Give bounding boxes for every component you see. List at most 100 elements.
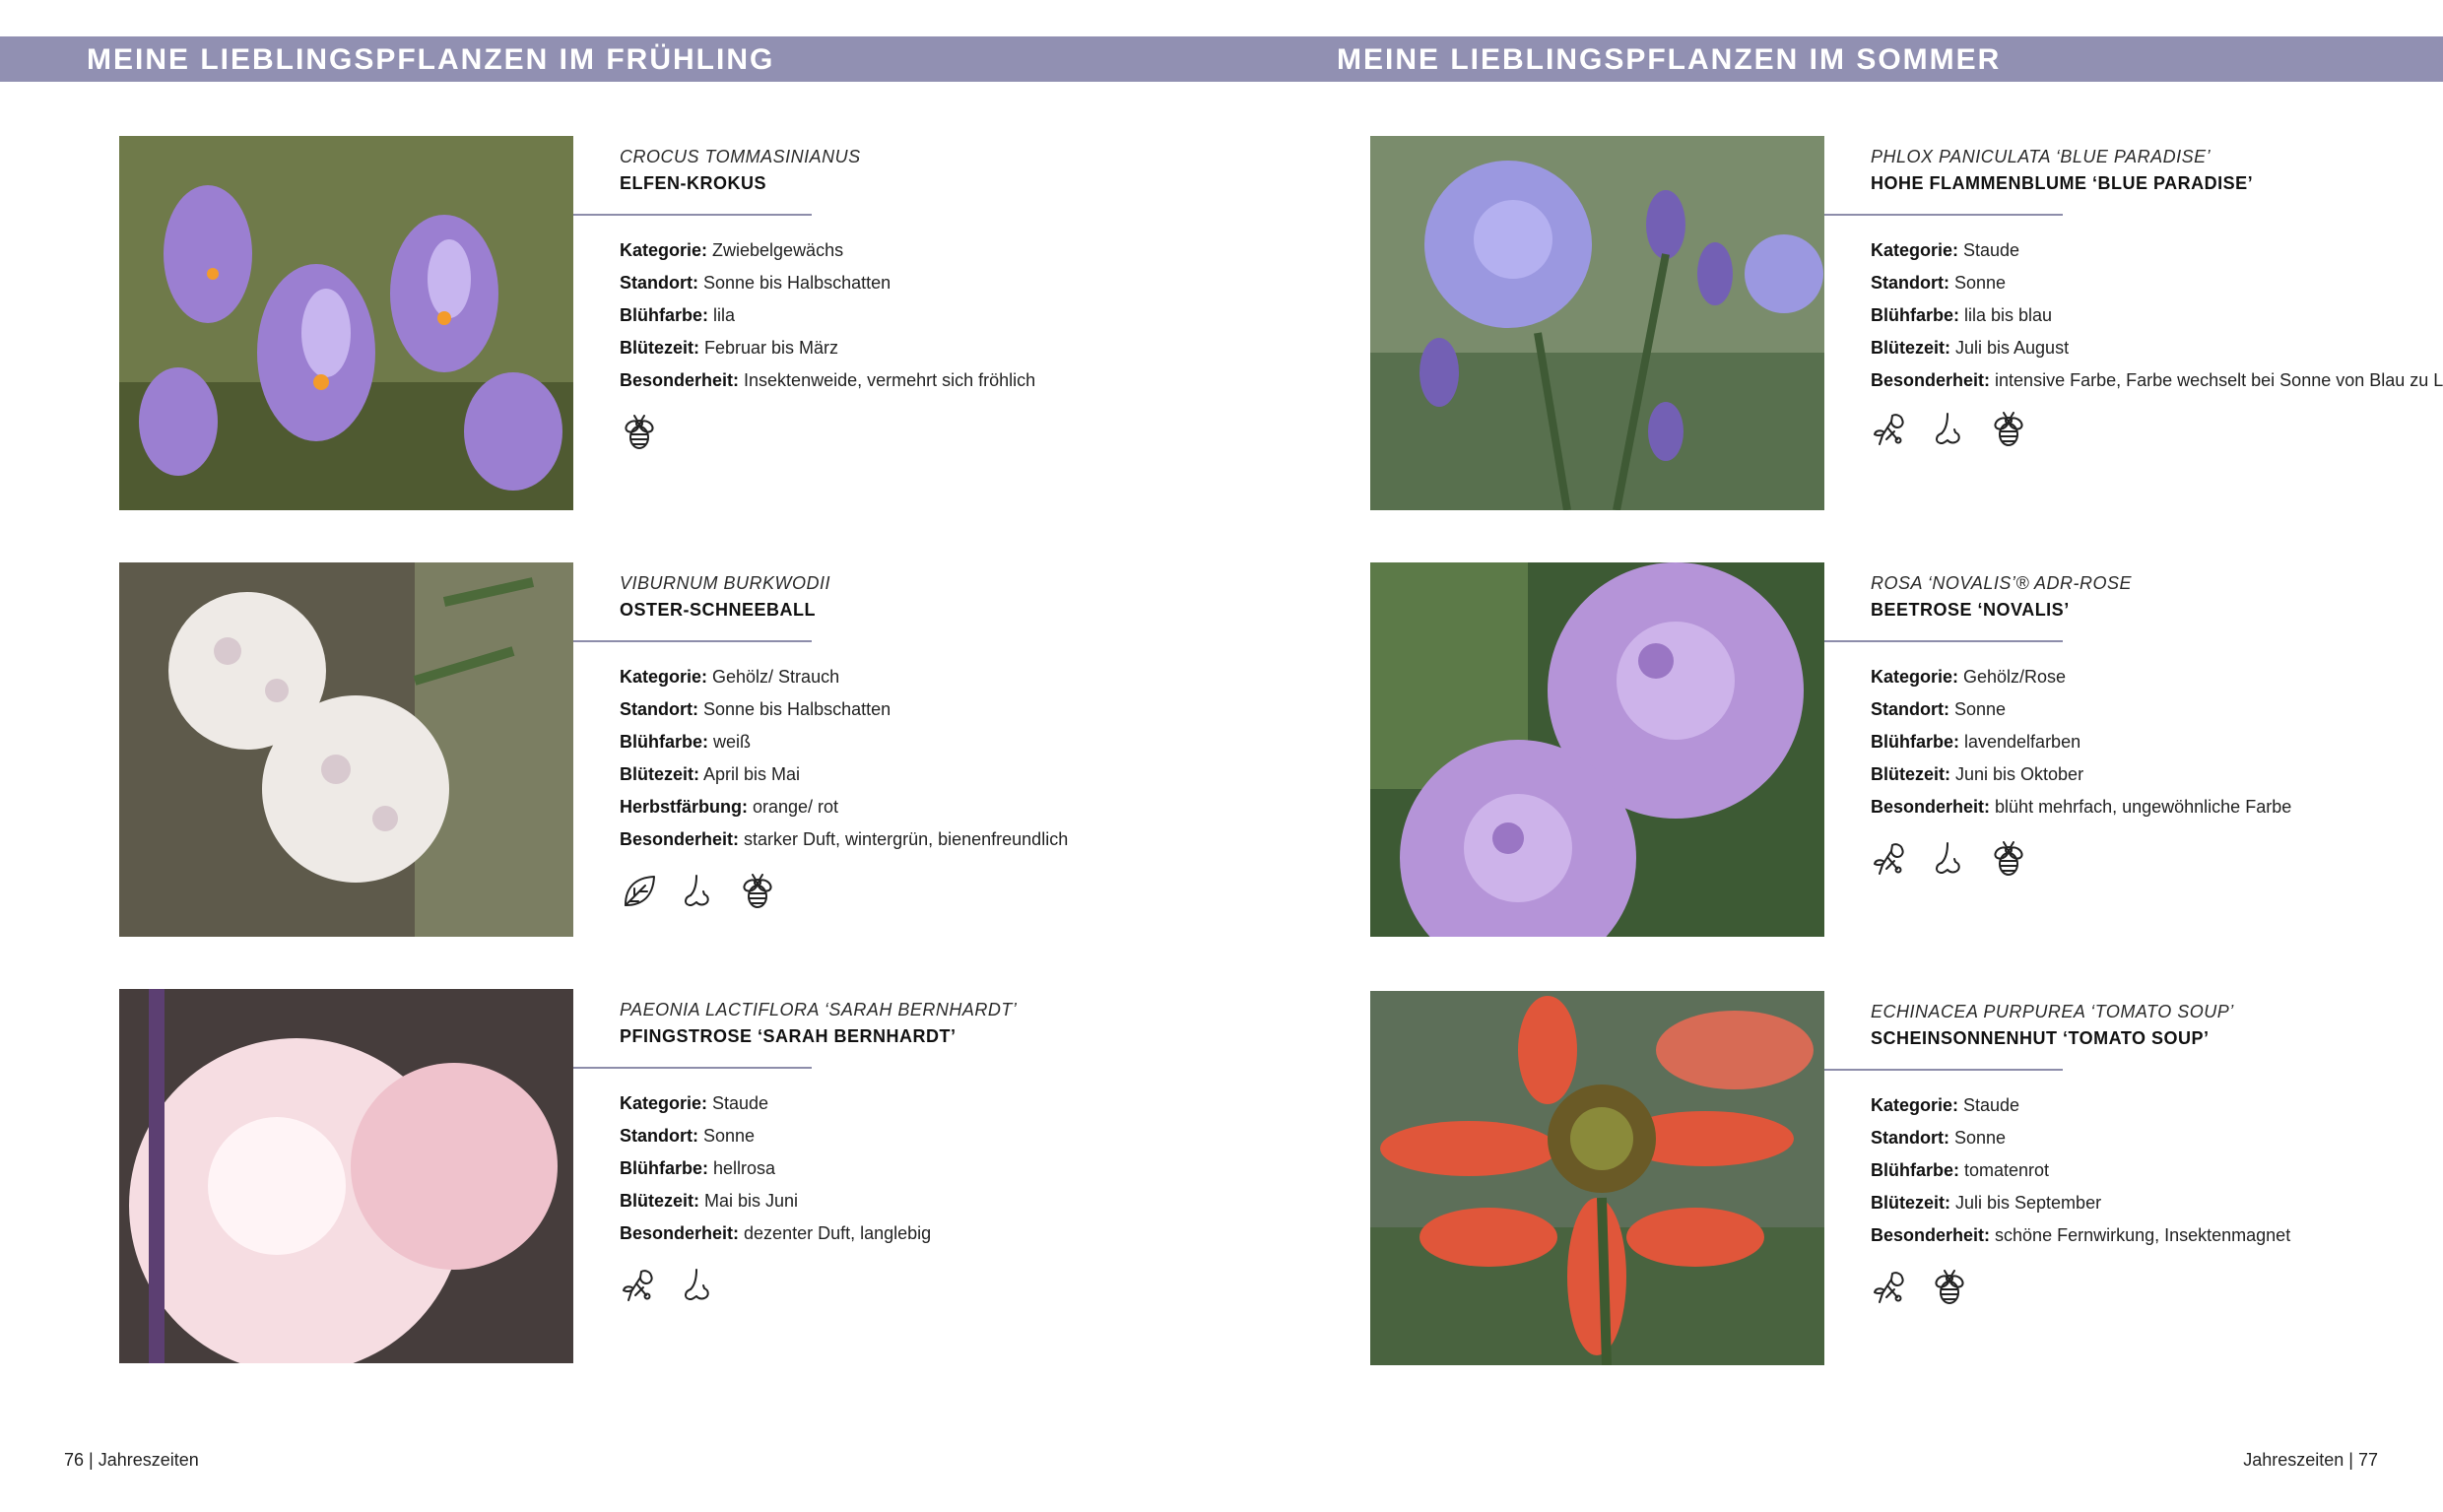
footer-left: 76 | Jahreszeiten — [64, 1450, 199, 1471]
fact-label: Besonderheit: — [620, 829, 740, 849]
fact-kategorie: Kategorie: Staude — [620, 1087, 1289, 1120]
latin-name: Rosa ‘Novalis’® ADR-Rose — [1871, 573, 2132, 593]
fact-besonderheit: Besonderheit: starker Duft, wintergrün, … — [620, 823, 1289, 856]
nose-icon — [679, 1266, 718, 1305]
fact-value: Juli bis August — [1950, 338, 2070, 358]
fact-kategorie: Kategorie: Gehölz/Rose — [1871, 661, 2443, 693]
fact-label: Blühfarbe: — [1871, 305, 1959, 325]
plant-info: Paeonia lactiflora ‘Sarah Bernhardt’ Pfi… — [620, 997, 1289, 1305]
fact-besonderheit: Besonderheit: schöne Fernwirkung, Insekt… — [1871, 1219, 2443, 1252]
plant-facts: Kategorie: Gehölz/Rose Standort: Sonne Blü… — [1871, 661, 2443, 823]
latin-name: Viburnum burkwodii — [620, 573, 831, 593]
latin-name: Echinacea purpurea ‘Tomato Soup’ — [1871, 1002, 2234, 1021]
fact-value: blüht mehrfach, ungewöhnliche Farbe — [1990, 797, 2292, 817]
nose-icon — [1930, 410, 1969, 449]
fact-value: schöne Fernwirkung, Insektenmagnet — [1990, 1225, 2291, 1245]
leaf-icon — [620, 872, 659, 911]
plant-card-5: Rosa ‘Novalis’® ADR-Rose Beetrose ‘Noval… — [1370, 562, 2443, 937]
summer-heading: MEINE LIEBLINGSPFLANZEN IM SOMMER — [1337, 43, 2002, 76]
fact-label: Herbstfärbung: — [620, 797, 748, 817]
fact-label: Blühfarbe: — [620, 305, 708, 325]
plant-icons — [1871, 410, 2443, 449]
fact-value: starker Duft, wintergrün, bienenfreundli… — [739, 829, 1069, 849]
fact-besonderheit: Besonderheit: dezenter Duft, langlebig — [620, 1217, 1289, 1250]
plant-card-4: Phlox paniculata ‘Blue Paradise’ Hohe Fl… — [1370, 136, 2443, 510]
fact-label: Standort: — [620, 699, 698, 719]
fact-label: Standort: — [620, 1126, 698, 1146]
plant-card-1: Crocus tommasinianus Elfen-Krokus Katego… — [119, 136, 1242, 510]
fact-label: Besonderheit: — [1871, 1225, 1991, 1245]
fact-kategorie: Kategorie: Gehölz/ Strauch — [620, 661, 1289, 693]
plant-info: Echinacea purpurea ‘Tomato Soup’ Scheins… — [1871, 999, 2443, 1307]
cut-flower-icon — [620, 1266, 659, 1305]
fact-value: Staude — [707, 1093, 769, 1113]
fact-value: Juni bis Oktober — [1950, 764, 2084, 784]
german-name: Pfingstrose ‘Sarah Bernhardt’ — [620, 1026, 957, 1046]
fact-label: Kategorie: — [1871, 667, 1959, 687]
plant-info: Rosa ‘Novalis’® ADR-Rose Beetrose ‘Noval… — [1871, 570, 2443, 879]
fact-value: lila — [708, 305, 736, 325]
fact-bluetezeit: Blütezeit: Juli bis September — [1871, 1187, 2443, 1219]
cut-flower-icon — [1871, 410, 1910, 449]
page-number-left: 76 — [64, 1450, 85, 1470]
fact-besonderheit: Besonderheit: intensive Farbe, Farbe wec… — [1871, 364, 2443, 394]
fact-value: Februar bis März — [699, 338, 839, 358]
latin-name: Crocus tommasinianus — [620, 147, 861, 166]
plant-info: Crocus tommasinianus Elfen-Krokus Katego… — [620, 144, 1289, 452]
fact-standort: Standort: Sonne bis Halbschatten — [620, 693, 1289, 726]
bee-icon — [738, 872, 777, 911]
plant-info: Viburnum burkwodii Oster-Schneeball Kate… — [620, 570, 1289, 911]
latin-name: Phlox paniculata ‘Blue Paradise’ — [1871, 147, 2212, 166]
footer-separator: | — [89, 1450, 94, 1470]
fact-bluetezeit: Blütezeit: Juli bis August — [1871, 332, 2443, 364]
nose-icon — [679, 872, 718, 911]
plant-icons — [620, 413, 1289, 452]
plant-facts: Kategorie: Staude Standort: Sonne Blühfarb… — [620, 1087, 1289, 1250]
fact-bluehfarbe: Blühfarbe: hellrosa — [620, 1152, 1289, 1185]
fact-label: Blütezeit: — [620, 338, 699, 358]
plant-card-3: Paeonia lactiflora ‘Sarah Bernhardt’ Pfi… — [119, 989, 1242, 1363]
fact-label: Kategorie: — [1871, 1095, 1959, 1115]
fact-value: Sonne — [1949, 273, 2007, 293]
plant-card-6: Echinacea purpurea ‘Tomato Soup’ Scheins… — [1370, 991, 2443, 1365]
fact-value: Sonne — [1949, 699, 2007, 719]
section-name-right: Jahreszeiten — [2243, 1450, 2344, 1470]
fact-value: lavendelfarben — [1959, 732, 2081, 752]
fact-kategorie: Kategorie: Zwiebelgewächs — [620, 234, 1289, 267]
plant-photo — [119, 562, 573, 937]
bee-icon — [620, 413, 659, 452]
fact-label: Kategorie: — [1871, 240, 1959, 260]
fact-value: weiß — [708, 732, 752, 752]
plant-card-2: Viburnum burkwodii Oster-Schneeball Kate… — [119, 562, 1242, 937]
spring-heading: MEINE LIEBLINGSPFLANZEN IM FRÜHLING — [87, 43, 775, 76]
plant-photo — [119, 989, 573, 1363]
fact-value: Staude — [1958, 1095, 2020, 1115]
fact-bluetezeit: Blütezeit: Februar bis März — [620, 332, 1289, 364]
fact-label: Blühfarbe: — [1871, 1160, 1959, 1180]
fact-standort: Standort: Sonne — [620, 1120, 1289, 1152]
fact-value: April bis Mai — [699, 764, 801, 784]
fact-value: Insektenweide, vermehrt sich fröhlich — [739, 370, 1036, 390]
fact-bluehfarbe: Blühfarbe: lavendelfarben — [1871, 726, 2443, 758]
fact-label: Blütezeit: — [1871, 764, 1950, 784]
fact-value: Staude — [1958, 240, 2020, 260]
plant-photo — [1370, 136, 1824, 510]
fact-bluehfarbe: Blühfarbe: lila — [620, 299, 1289, 332]
fact-value: dezenter Duft, langlebig — [739, 1223, 932, 1243]
fact-kategorie: Kategorie: Staude — [1871, 1089, 2443, 1122]
nose-icon — [1930, 839, 1969, 879]
fact-value: Zwiebelgewächs — [707, 240, 844, 260]
cut-flower-icon — [1871, 1268, 1910, 1307]
plant-photo — [1370, 991, 1824, 1365]
german-name: Oster-Schneeball — [620, 600, 817, 620]
latin-name: Paeonia lactiflora ‘Sarah Bernhardt’ — [620, 1000, 1018, 1019]
fact-value: Sonne — [1949, 1128, 2007, 1148]
german-name: Elfen-Krokus — [620, 173, 766, 193]
fact-label: Blütezeit: — [620, 1191, 699, 1211]
german-name: Hohe Flammenblume ‘Blue Paradise’ — [1871, 173, 2254, 193]
page-number-right: 77 — [2357, 1450, 2378, 1470]
fact-bluehfarbe: Blühfarbe: weiß — [620, 726, 1289, 758]
fact-bluehfarbe: Blühfarbe: lila bis blau — [1871, 299, 2443, 332]
bee-icon — [1930, 1268, 1969, 1307]
plant-icons — [620, 1266, 1289, 1305]
